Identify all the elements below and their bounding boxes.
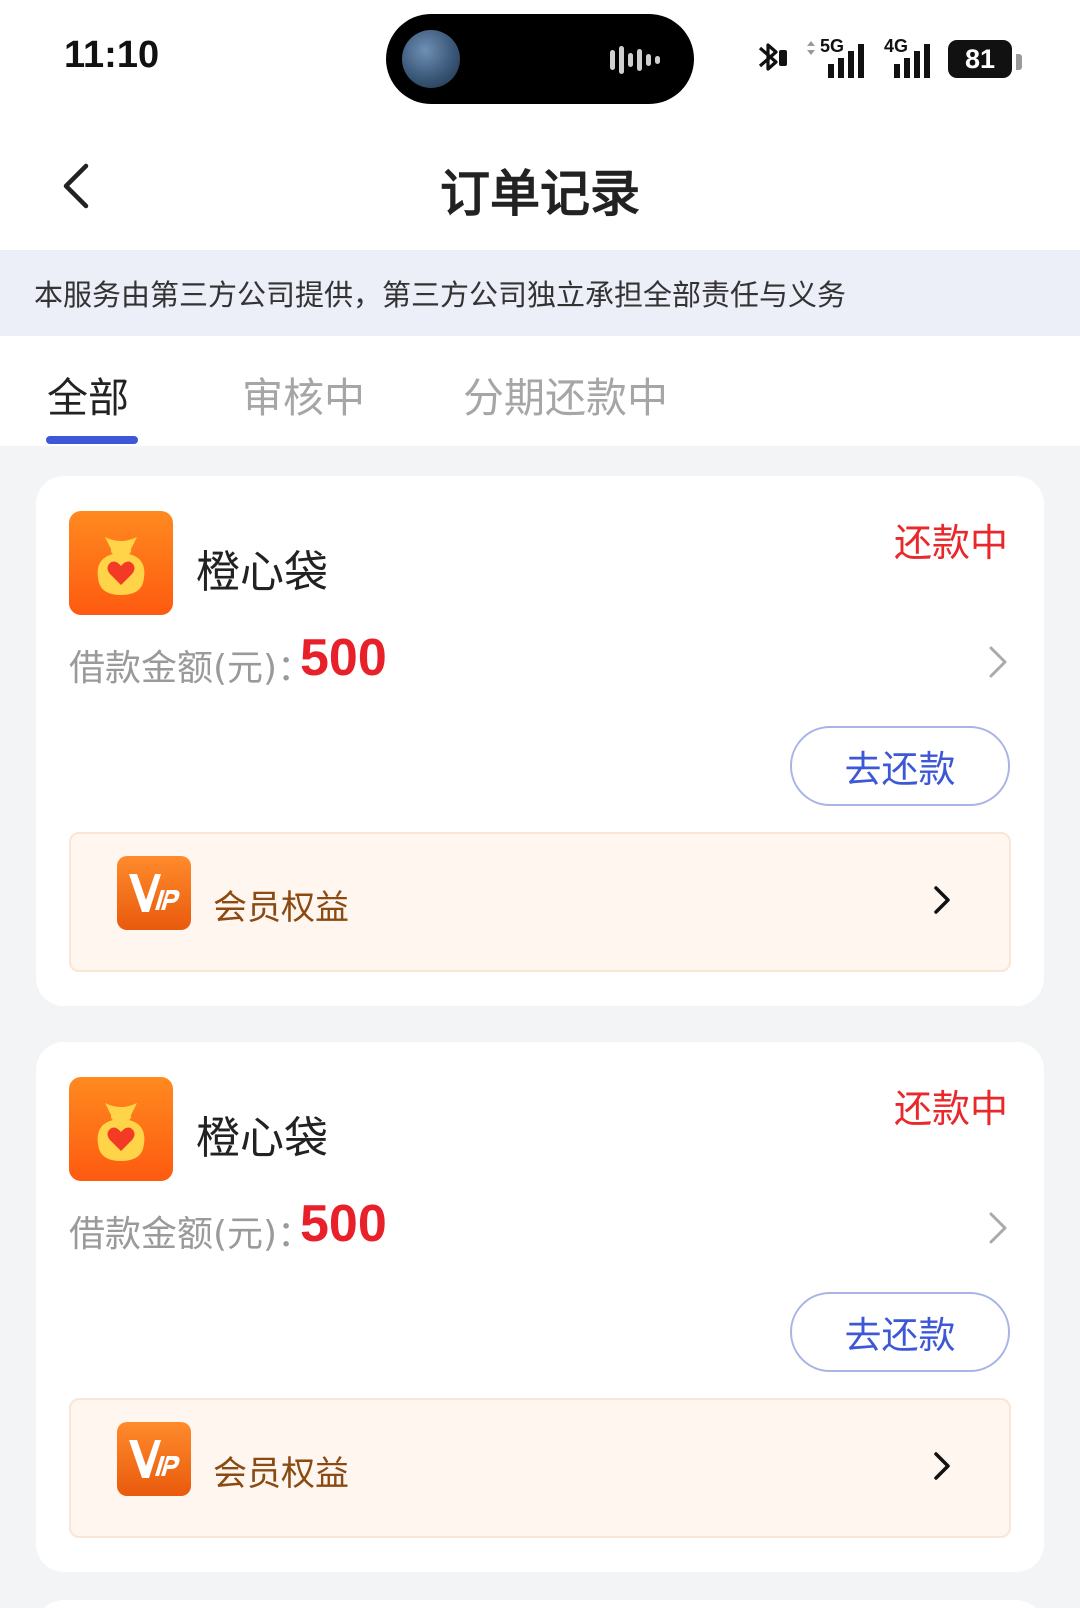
signal-bars-icon [894, 44, 930, 78]
loan-amount-label: 借款金额(元)： [69, 1214, 314, 1255]
audio-wave-icon [610, 46, 660, 74]
dynamic-island[interactable] [386, 14, 694, 104]
battery-tip [1016, 54, 1022, 70]
order-card[interactable]: 橙心袋 还款中 借款金额(元)： 500 去还款 会员权益 [36, 476, 1044, 1006]
vip-badge-icon [117, 856, 191, 930]
member-benefits-bar[interactable]: 会员权益 [69, 832, 1011, 972]
tab-installment-repaying[interactable]: 分期还款中 [463, 364, 668, 424]
lender-name: 橙心袋 [196, 547, 328, 598]
lender-name: 橙心袋 [196, 1113, 328, 1164]
member-benefits-bar[interactable]: 会员权益 [69, 1398, 1011, 1538]
bluetooth-icon [758, 43, 787, 71]
next-card-peek [36, 1600, 1044, 1608]
vip-badge-icon [117, 1422, 191, 1496]
signal-4g: 4G [880, 36, 936, 80]
repay-button[interactable]: 去还款 [790, 1292, 1010, 1372]
money-bag-heart-icon [69, 1077, 173, 1181]
battery-indicator: 81 [948, 40, 1022, 78]
order-tabs: 全部 审核中 分期还款中 [0, 336, 1080, 446]
loan-amount-label: 借款金额(元)： [69, 648, 314, 689]
third-party-notice: 本服务由第三方公司提供，第三方公司独立承担全部责任与义务 [0, 250, 1080, 336]
chevron-right-icon [934, 886, 950, 914]
loan-amount-value: 500 [300, 629, 387, 687]
order-status: 还款中 [893, 1087, 1008, 1131]
order-status: 还款中 [893, 521, 1008, 565]
page-title: 订单记录 [440, 165, 640, 223]
chevron-right-icon[interactable] [986, 644, 1010, 680]
status-time: 11:10 [64, 34, 160, 76]
loan-amount-value: 500 [300, 1195, 387, 1253]
status-bar: 11:10 5G 4G 81 [0, 0, 1080, 120]
member-benefits-label: 会员权益 [213, 888, 349, 928]
money-bag-heart-icon [69, 511, 173, 615]
active-tab-indicator [46, 436, 138, 444]
signal-5g: 5G [806, 36, 870, 80]
tab-under-review[interactable]: 审核中 [242, 364, 365, 424]
signal-bars-icon [828, 44, 864, 78]
repay-button[interactable]: 去还款 [790, 726, 1010, 806]
chevron-right-icon [934, 1452, 950, 1480]
notice-text: 本服务由第三方公司提供，第三方公司独立承担全部责任与义务 [34, 278, 847, 312]
member-benefits-label: 会员权益 [213, 1454, 349, 1494]
order-card[interactable]: 橙心袋 还款中 借款金额(元)： 500 去还款 会员权益 [36, 1042, 1044, 1572]
data-arrows-icon [807, 41, 815, 55]
chevron-right-icon[interactable] [986, 1210, 1010, 1246]
now-playing-artwork [402, 30, 460, 88]
nav-header: 订单记录 [0, 120, 1080, 250]
battery-level: 81 [964, 43, 996, 74]
tab-all[interactable]: 全部 [47, 364, 129, 424]
